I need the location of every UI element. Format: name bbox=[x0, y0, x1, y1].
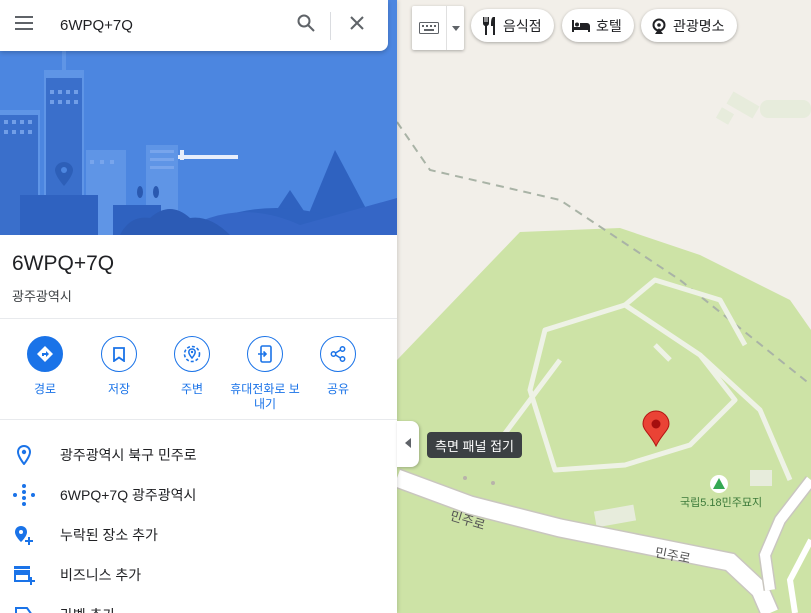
location-pin-icon bbox=[0, 435, 48, 475]
add-label-icon bbox=[0, 595, 48, 613]
chip-restaurants[interactable]: 음식점 bbox=[471, 9, 554, 42]
building bbox=[715, 107, 735, 125]
search-box bbox=[0, 0, 388, 51]
share-icon bbox=[320, 336, 356, 372]
map-dot bbox=[491, 481, 495, 485]
bookmark-icon bbox=[101, 336, 137, 372]
chevron-left-icon bbox=[405, 435, 411, 453]
share-button[interactable]: 공유 bbox=[301, 336, 375, 397]
action-label: 경로 bbox=[33, 382, 57, 396]
chip-label: 호텔 bbox=[596, 17, 622, 34]
menu-button[interactable] bbox=[0, 0, 48, 51]
directions-icon bbox=[27, 336, 63, 372]
poi-label[interactable]: 국립5.18민주묘지 bbox=[680, 494, 762, 510]
close-icon bbox=[350, 16, 364, 35]
map-dot bbox=[463, 476, 467, 480]
info-text: 6WPQ+7Q 광주광역시 bbox=[60, 487, 197, 503]
add-missing-place-row[interactable]: 누락된 장소 추가 bbox=[0, 515, 397, 555]
info-text: 라벨 추가 bbox=[60, 605, 115, 613]
action-bar: 경로 저장 주변 휴대전화로 보내기 공유 bbox=[0, 336, 397, 416]
plus-code-row[interactable]: 6WPQ+7Q 광주광역시 bbox=[0, 475, 397, 515]
chip-label: 음식점 bbox=[503, 17, 542, 34]
plus-code-icon bbox=[0, 475, 48, 515]
send-to-phone-icon bbox=[247, 336, 283, 372]
clear-search-button[interactable] bbox=[337, 6, 377, 46]
nearby-icon bbox=[174, 336, 210, 372]
info-text: 광주광역시 북구 민주로 bbox=[60, 447, 197, 463]
place-subtitle: 광주광역시 bbox=[12, 289, 72, 304]
add-place-icon bbox=[0, 515, 48, 555]
side-panel: 6WPQ+7Q 광주광역시 경로 저장 주변 휴대전화로 보내기 bbox=[0, 0, 397, 613]
nearby-button[interactable]: 주변 bbox=[155, 336, 229, 397]
divider bbox=[0, 419, 397, 420]
restaurant-icon bbox=[481, 16, 497, 35]
search-button[interactable] bbox=[286, 6, 326, 46]
action-label: 저장 bbox=[107, 382, 131, 396]
chip-attractions[interactable]: 관광명소 bbox=[641, 9, 737, 42]
building bbox=[750, 470, 772, 486]
info-text: 누락된 장소 추가 bbox=[60, 527, 158, 543]
send-to-phone-button[interactable]: 휴대전화로 보내기 bbox=[228, 336, 302, 412]
address-row[interactable]: 광주광역시 북구 민주로 bbox=[0, 435, 397, 475]
place-title: 6WPQ+7Q bbox=[12, 252, 115, 275]
info-text: 비즈니스 추가 bbox=[60, 567, 142, 583]
directions-button[interactable]: 경로 bbox=[8, 336, 82, 397]
action-label: 공유 bbox=[326, 382, 350, 396]
dropdown-arrow-icon[interactable] bbox=[447, 25, 464, 31]
add-business-row[interactable]: 비즈니스 추가 bbox=[0, 555, 397, 595]
collapse-panel-tooltip: 측면 패널 접기 bbox=[427, 432, 522, 458]
hamburger-menu-icon bbox=[15, 16, 33, 35]
hotel-icon bbox=[572, 19, 590, 32]
keyboard-icon[interactable] bbox=[412, 6, 446, 50]
attraction-icon bbox=[651, 18, 667, 34]
action-label: 주변 bbox=[180, 382, 204, 396]
park-area bbox=[397, 228, 811, 613]
building bbox=[760, 100, 811, 118]
action-label: 휴대전화로 보내기 bbox=[230, 382, 300, 411]
add-business-icon bbox=[0, 555, 48, 595]
search-input[interactable] bbox=[60, 10, 280, 41]
add-label-row[interactable]: 라벨 추가 bbox=[0, 595, 397, 613]
divider bbox=[0, 318, 397, 319]
chip-hotels[interactable]: 호텔 bbox=[562, 9, 634, 42]
search-divider bbox=[330, 11, 331, 40]
collapse-panel-button[interactable] bbox=[397, 421, 419, 467]
search-icon bbox=[297, 14, 315, 37]
save-button[interactable]: 저장 bbox=[82, 336, 156, 397]
chip-label: 관광명소 bbox=[673, 17, 725, 34]
input-tools-button[interactable] bbox=[412, 6, 464, 50]
